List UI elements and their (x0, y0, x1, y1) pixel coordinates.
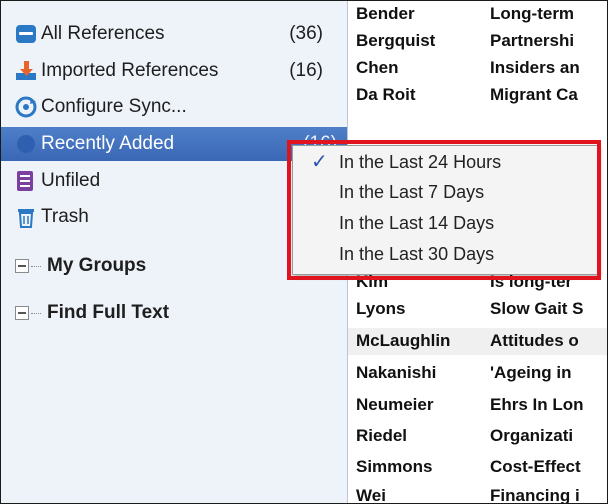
author-cell: Kim (356, 272, 389, 291)
menu-item-label: In the Last 24 Hours (339, 152, 502, 172)
menu-item-last-14-days[interactable]: In the Last 14 Days (293, 209, 597, 239)
title-cell: Partnershi (490, 31, 575, 50)
sidebar-item-trash[interactable]: Trash (15, 200, 333, 234)
reference-count: (16) (289, 60, 323, 81)
author-cell: Nakanishi (356, 363, 437, 382)
author-cell: Bender (356, 4, 415, 23)
group-my-groups[interactable]: My Groups (15, 255, 146, 277)
title-cell: Long-term (490, 4, 575, 23)
table-row[interactable]: Da Roit Migrant Ca (348, 82, 607, 109)
group-label: My Groups (47, 255, 147, 276)
collapse-icon[interactable] (15, 306, 29, 320)
title-cell: Slow Gait S (490, 299, 584, 318)
sidebar-item-all-references[interactable]: All References (36) (15, 17, 333, 51)
tree-connector (31, 312, 41, 314)
table-row[interactable]: Riedel Organizati (348, 423, 607, 450)
collapse-icon[interactable] (15, 259, 29, 273)
title-cell: Organizati (490, 426, 574, 445)
sidebar-item-label: Configure Sync... (41, 96, 187, 117)
author-cell: Neumeier (356, 395, 434, 414)
title-cell: Financing i (490, 486, 580, 504)
table-row[interactable]: Simmons Cost-Effect (348, 454, 607, 481)
library-icon (15, 23, 37, 45)
sidebar-item-configure-sync[interactable]: Configure Sync... (15, 90, 333, 124)
author-cell: Bergquist (356, 31, 436, 50)
sidebar-item-label: Trash (41, 206, 89, 227)
sidebar-item-label: Imported References (41, 60, 219, 81)
author-cell: Lyons (356, 299, 406, 318)
checkmark-icon: ✓ (311, 151, 328, 173)
title-cell: Cost-Effect (490, 457, 581, 476)
table-row[interactable]: Chen Insiders an (348, 55, 607, 82)
sidebar-item-label: Unfiled (41, 170, 101, 191)
title-cell: Insiders an (490, 58, 580, 77)
title-cell: Is long-ter (490, 272, 573, 291)
sidebar-item-label: Recently Added (41, 133, 175, 154)
table-row[interactable]: Nakanishi 'Ageing in (348, 360, 607, 387)
author-cell: Da Roit (356, 85, 416, 104)
group-label: Find Full Text (47, 302, 170, 323)
table-row[interactable]: Bergquist Partnershi (348, 28, 607, 55)
clock-icon (15, 133, 37, 155)
table-row[interactable]: Lyons Slow Gait S (348, 296, 607, 323)
sidebar-item-imported-references[interactable]: Imported References (16) (15, 54, 333, 88)
title-cell: 'Ageing in (490, 363, 572, 382)
table-row[interactable]: Wei Financing i (348, 483, 607, 504)
group-find-full-text[interactable]: Find Full Text (15, 302, 169, 324)
author-cell: Chen (356, 58, 399, 77)
author-cell: Simmons (356, 457, 433, 476)
tree-connector (31, 265, 41, 267)
menu-item-label: In the Last 7 Days (339, 182, 485, 202)
author-cell: McLaughlin (356, 331, 451, 350)
reference-count: (36) (289, 23, 323, 44)
sidebar-item-unfiled[interactable]: Unfiled (15, 164, 333, 198)
menu-item-last-24-hours[interactable]: ✓ In the Last 24 Hours (293, 148, 597, 178)
menu-item-label: In the Last 14 Days (339, 213, 495, 233)
author-cell: Riedel (356, 426, 408, 445)
unfiled-icon (15, 170, 37, 192)
app-window: All References (36) Imported References … (0, 0, 608, 504)
trash-icon (15, 206, 37, 228)
author-cell: Wei (356, 486, 386, 504)
menu-item-last-7-days[interactable]: In the Last 7 Days (293, 178, 597, 208)
import-icon (15, 60, 37, 82)
title-cell: Ehrs In Lon (490, 395, 584, 414)
table-row[interactable]: McLaughlin Attitudes o (348, 328, 607, 355)
recently-added-menu: ✓ In the Last 24 Hours In the Last 7 Day… (292, 145, 598, 275)
table-row[interactable]: Neumeier Ehrs In Lon (348, 392, 607, 419)
menu-item-label: In the Last 30 Days (339, 244, 495, 264)
sync-icon (15, 96, 37, 118)
title-cell: Attitudes o (490, 331, 579, 350)
table-row[interactable]: Bender Long-term (348, 1, 607, 28)
title-cell: Migrant Ca (490, 85, 578, 104)
menu-item-last-30-days[interactable]: In the Last 30 Days (293, 240, 597, 270)
sidebar-item-label: All References (41, 23, 165, 44)
